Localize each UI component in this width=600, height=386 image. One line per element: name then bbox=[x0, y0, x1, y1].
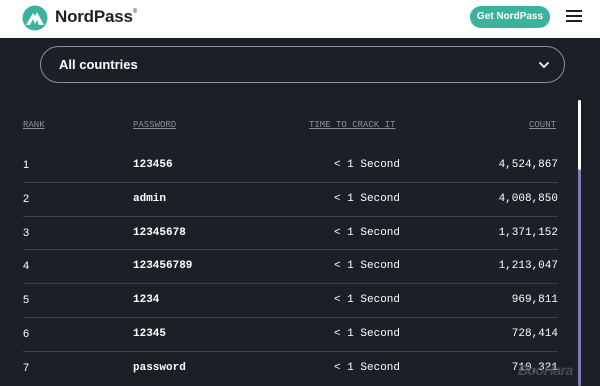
column-header-time-to-crack[interactable]: TIME TO CRACK IT bbox=[309, 120, 395, 130]
scrollbar-thumb[interactable] bbox=[578, 100, 581, 170]
time-cell: < 1 Second bbox=[333, 260, 400, 273]
watermark: BooHara bbox=[518, 362, 573, 378]
site-header: NordPass® Get NordPass bbox=[0, 0, 600, 38]
password-cell: 123456 bbox=[133, 159, 173, 171]
column-header-password[interactable]: PASSWORD bbox=[133, 120, 176, 130]
rank-cell: 5 bbox=[23, 294, 30, 307]
column-header-count[interactable]: COUNT bbox=[529, 120, 556, 130]
count-cell: 969,811 bbox=[511, 294, 558, 307]
time-cell: < 1 Second bbox=[333, 192, 400, 205]
table-row: 5 1234 < 1 Second 969,811 bbox=[0, 284, 600, 318]
table-row: 2 admin < 1 Second 4,008,850 bbox=[0, 183, 600, 217]
time-cell: < 1 Second bbox=[333, 159, 400, 171]
time-cell: < 1 Second bbox=[333, 361, 400, 374]
password-cell: password bbox=[133, 361, 186, 374]
rank-cell: 4 bbox=[23, 260, 30, 273]
table-row: 1 123456 < 1 Second 4,524,867 bbox=[0, 149, 600, 183]
table-row: 7 password < 1 Second 710,321 bbox=[0, 352, 600, 386]
password-cell: 123456789 bbox=[133, 260, 193, 273]
get-nordpass-button[interactable]: Get NordPass bbox=[470, 6, 550, 28]
rank-cell: 6 bbox=[23, 327, 30, 340]
password-table: 1 123456 < 1 Second 4,524,867 2 admin < … bbox=[0, 149, 600, 386]
hamburger-menu-icon[interactable] bbox=[566, 10, 582, 24]
password-cell: 12345678 bbox=[133, 226, 186, 239]
nordpass-logo-icon[interactable] bbox=[22, 5, 48, 31]
time-cell: < 1 Second bbox=[333, 226, 400, 239]
table-row: 3 12345678 < 1 Second 1,371,152 bbox=[0, 217, 600, 251]
count-cell: 4,524,867 bbox=[498, 159, 558, 171]
rank-cell: 2 bbox=[23, 192, 30, 205]
password-cell: 12345 bbox=[133, 327, 167, 340]
password-cell: admin bbox=[133, 192, 167, 205]
country-select[interactable]: All countries bbox=[40, 46, 565, 83]
count-cell: 1,213,047 bbox=[498, 260, 558, 273]
rank-cell: 1 bbox=[23, 159, 30, 171]
rank-cell: 7 bbox=[23, 361, 30, 374]
time-cell: < 1 Second bbox=[333, 327, 400, 340]
chevron-down-icon bbox=[539, 62, 549, 69]
count-cell: 1,371,152 bbox=[498, 226, 558, 239]
time-cell: < 1 Second bbox=[333, 294, 400, 307]
country-select-value: All countries bbox=[59, 57, 138, 72]
count-cell: 728,414 bbox=[511, 327, 558, 340]
table-row: 4 123456789 < 1 Second 1,213,047 bbox=[0, 250, 600, 284]
column-header-rank[interactable]: RANK bbox=[23, 120, 45, 130]
count-cell: 4,008,850 bbox=[498, 192, 558, 205]
brand-name[interactable]: NordPass® bbox=[55, 7, 137, 27]
table-row: 6 12345 < 1 Second 728,414 bbox=[0, 318, 600, 352]
password-cell: 1234 bbox=[133, 294, 160, 307]
rank-cell: 3 bbox=[23, 226, 30, 239]
